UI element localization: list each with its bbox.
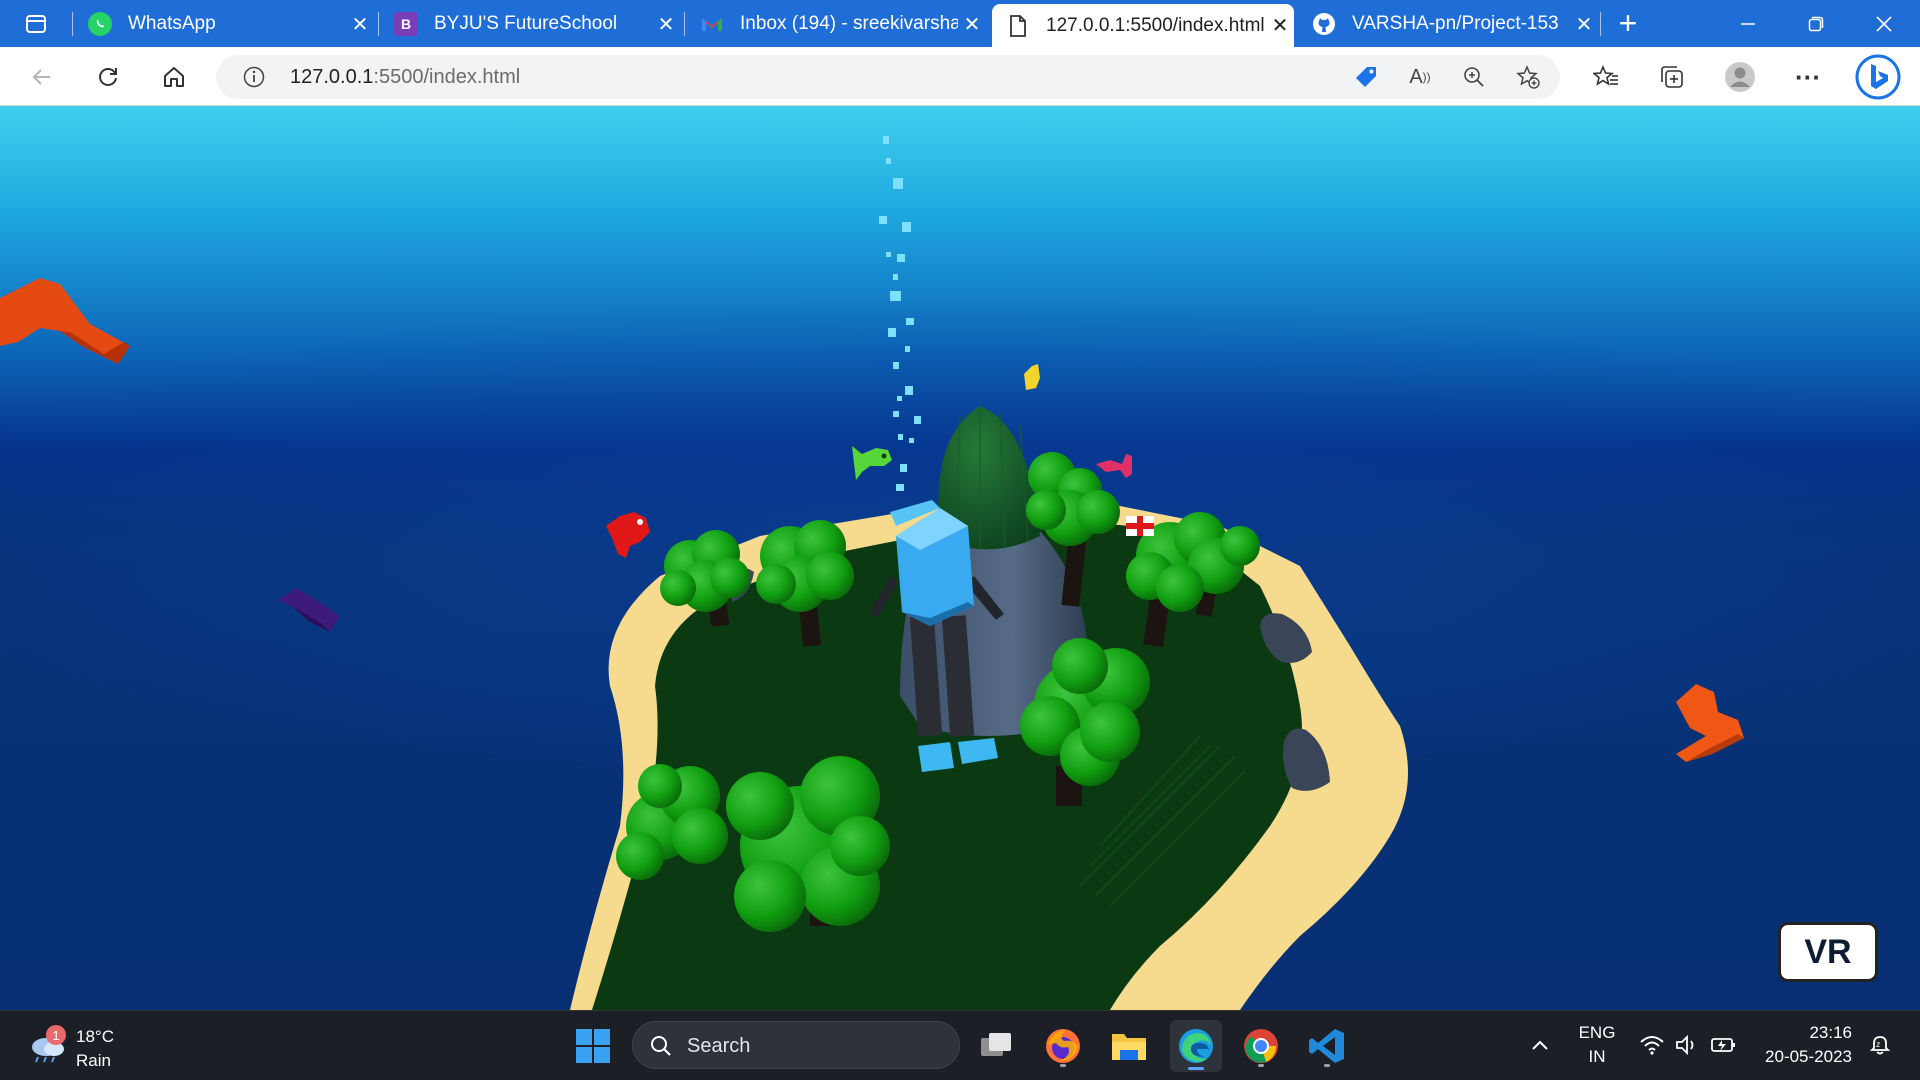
clock[interactable]: 23:16 20-05-2023	[1752, 1023, 1852, 1067]
tab-title: 127.0.0.1:5500/index.html	[1046, 14, 1265, 36]
start-button[interactable]	[570, 1023, 616, 1069]
chrome-icon[interactable]	[1238, 1023, 1284, 1069]
close-tab-icon[interactable]: ✕	[958, 12, 986, 37]
notifications-icon[interactable]: z	[1860, 1025, 1900, 1065]
page-viewport[interactable]: VR	[0, 106, 1920, 1010]
zoom-icon[interactable]	[1454, 57, 1494, 97]
tree-7	[726, 756, 890, 932]
taskbar-search[interactable]: Search	[632, 1021, 960, 1069]
volume-icon[interactable]	[1666, 1025, 1706, 1065]
firefox-icon[interactable]	[1040, 1023, 1086, 1069]
edge-icon[interactable]	[1170, 1020, 1222, 1072]
region-code: IN	[1588, 1047, 1606, 1066]
site-info-icon[interactable]	[234, 57, 274, 97]
url-text[interactable]: 127.0.0.1:5500/index.html	[290, 66, 520, 89]
whatsapp-icon	[88, 12, 112, 36]
weather-temp: 18°C	[76, 1027, 114, 1046]
bing-copilot-icon[interactable]	[1854, 53, 1902, 101]
search-icon	[641, 1026, 681, 1066]
close-tab-icon[interactable]: ✕	[1570, 12, 1598, 37]
collections-icon[interactable]	[1652, 57, 1692, 97]
file-explorer-icon[interactable]	[1106, 1023, 1152, 1069]
weather-widget[interactable]: 1 18°C Rain	[24, 1021, 134, 1073]
flag	[1126, 516, 1154, 536]
close-window-button[interactable]	[1850, 0, 1918, 47]
browser-toolbar: 127.0.0.1:5500/index.html A)) ···	[0, 47, 1920, 106]
page-icon	[1006, 14, 1030, 38]
close-tab-icon[interactable]: ✕	[1266, 13, 1294, 38]
vscode-icon[interactable]	[1304, 1023, 1350, 1069]
address-bar[interactable]: 127.0.0.1:5500/index.html A))	[216, 55, 1560, 99]
language-code: ENG	[1578, 1023, 1616, 1042]
close-tab-icon[interactable]: ✕	[346, 12, 374, 37]
battery-icon[interactable]	[1704, 1025, 1744, 1065]
url-host: 127.0.0.1	[290, 66, 374, 88]
back-button[interactable]	[22, 57, 62, 97]
gmail-icon	[700, 12, 724, 36]
close-tab-icon[interactable]: ✕	[652, 12, 680, 37]
read-aloud-icon[interactable]: A))	[1400, 57, 1440, 97]
add-favorite-icon[interactable]	[1508, 57, 1548, 97]
task-view-icon[interactable]	[974, 1023, 1020, 1069]
underwater-scene[interactable]	[0, 106, 1920, 1010]
url-path: :5500/index.html	[373, 66, 521, 88]
tab-title: BYJU'S FutureSchool	[434, 13, 618, 34]
tab-gmail[interactable]: Inbox (194) - sreekivarshad ✕	[686, 5, 986, 43]
weather-badge: 1	[46, 1025, 66, 1045]
tab-title: WhatsApp	[128, 13, 216, 34]
new-tab-button[interactable]: +	[1608, 3, 1648, 43]
tab-localhost[interactable]: 127.0.0.1:5500/index.html ✕	[992, 4, 1294, 47]
restore-button[interactable]	[1782, 0, 1850, 47]
weather-condition: Rain	[76, 1051, 111, 1070]
favorites-icon[interactable]	[1586, 57, 1626, 97]
tab-whatsapp[interactable]: WhatsApp ✕	[74, 5, 374, 43]
tab-actions-icon[interactable]	[16, 4, 56, 44]
svg-text:z: z	[1876, 1040, 1880, 1049]
search-label: Search	[687, 1035, 751, 1057]
show-hidden-icons[interactable]	[1520, 1025, 1560, 1065]
language-indicator[interactable]: ENG IN	[1574, 1023, 1620, 1067]
refresh-button[interactable]	[88, 57, 128, 97]
tab-byjus[interactable]: B BYJU'S FutureSchool ✕	[380, 5, 680, 43]
more-options-icon[interactable]: ···	[1788, 57, 1828, 97]
minimize-button[interactable]	[1714, 0, 1782, 47]
clock-date: 20-05-2023	[1765, 1047, 1852, 1066]
taskbar: 1 18°C Rain Search ENG IN 23:16 20-05-20…	[0, 1010, 1920, 1080]
byjus-icon: B	[394, 12, 418, 36]
tab-title: Inbox (194) - sreekivarshad	[740, 13, 958, 34]
tab-github[interactable]: VARSHA-pn/Project-153 ✕	[1298, 5, 1598, 43]
profile-avatar[interactable]	[1720, 57, 1760, 97]
home-button[interactable]	[154, 57, 194, 97]
vr-button[interactable]: VR	[1778, 922, 1878, 982]
shopping-tag-icon[interactable]	[1346, 57, 1386, 97]
tab-title: VARSHA-pn/Project-153	[1352, 13, 1559, 34]
github-icon	[1312, 12, 1336, 36]
tab-strip: WhatsApp ✕ B BYJU'S FutureSchool ✕ Inbox…	[0, 0, 1920, 47]
clock-time: 23:16	[1809, 1023, 1852, 1042]
